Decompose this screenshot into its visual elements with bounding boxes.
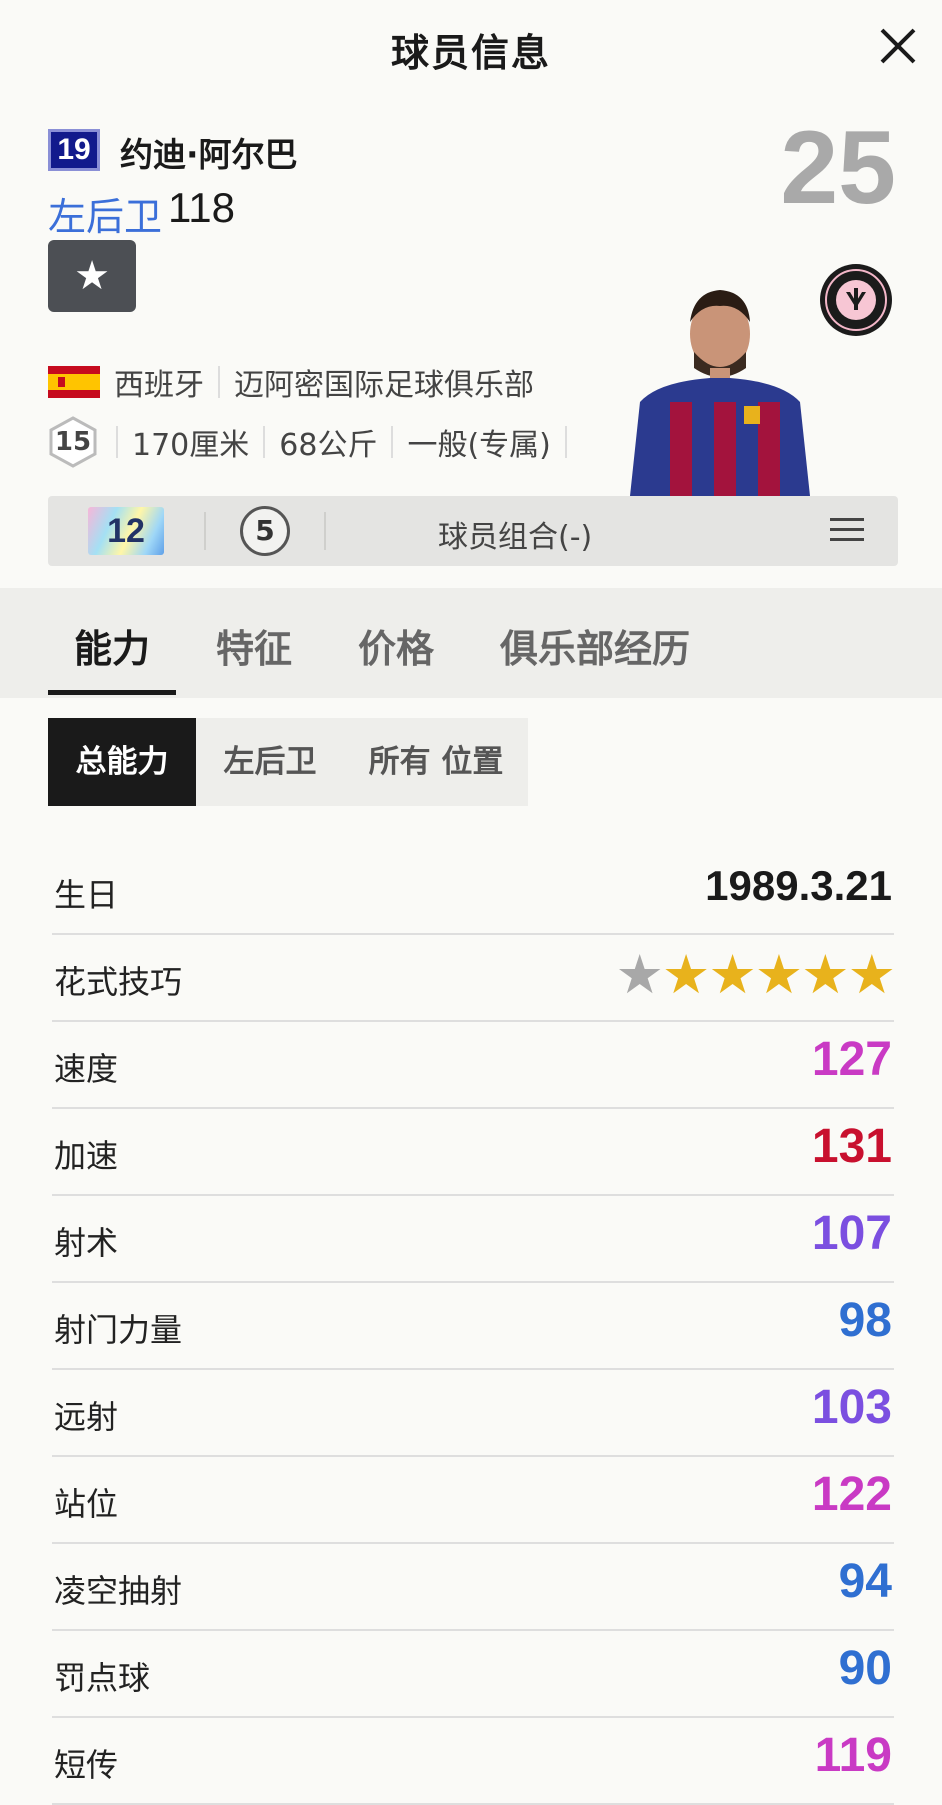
header: 球员信息 [0,0,942,96]
spain-flag-icon [48,366,100,398]
player-name: 约迪·阿尔巴 [120,135,298,174]
tab-traits[interactable]: 特征 [216,618,292,673]
stat-label: 凌空抽射 [54,1572,183,1610]
stat-label: 罚点球 [54,1659,151,1697]
stat-value: 119 [814,1729,892,1782]
player-physical-row: 15 170厘米 68公斤 一般(专属) [48,416,581,468]
skill-level-value: 15 [54,427,92,457]
active-tab-indicator [48,690,176,695]
subtab-overall[interactable]: 总能力 [48,718,196,806]
stat-row: 射术 107 [52,1196,894,1283]
player-combo-bar: 12 5 球员组合(-) [48,496,898,566]
overall-rating: 25 [780,110,896,226]
stat-row: 生日 1989.3.21 [52,848,894,935]
body-type: 一般(专属) [407,428,551,463]
height: 170厘米 [132,428,250,463]
stat-row: 加速 131 [52,1109,894,1196]
stat-row: 速度 127 [52,1022,894,1109]
stat-row: 凌空抽射 94 [52,1544,894,1631]
favorite-button[interactable]: ★ [48,240,136,312]
ability-subtabs: 总能力 左后卫 所有 位置 [48,718,528,806]
stat-row: 罚点球 90 [52,1631,894,1718]
stat-row: 站位 122 [52,1457,894,1544]
weight: 68公斤 [279,428,378,463]
skill-stars: ★★★★★★ [615,943,896,1006]
stat-value: 98 [838,1294,892,1347]
player-photo [630,290,810,496]
stat-row: 花式技巧 ★★★★★★ [52,935,896,1022]
divider [204,512,206,550]
skill-level-badge: 15 [48,416,98,468]
stat-value: 90 [838,1642,892,1695]
star-icon: ★ [661,943,710,1006]
star-icon: ★ [74,253,110,299]
subtab-position[interactable]: 左后卫 [196,718,344,806]
menu-icon[interactable] [830,516,864,544]
stat-row: 短传 119 [52,1718,894,1805]
player-origin-row: 西班牙 迈阿密国际足球俱乐部 [48,360,534,404]
main-tabs: 能力 特征 价格 俱乐部经历 [0,588,942,698]
stat-label: 短传 [54,1746,119,1784]
club-name: 迈阿密国际足球俱乐部 [234,368,534,403]
page-title: 球员信息 [390,31,551,75]
stat-label: 加速 [54,1137,119,1175]
level-badge[interactable]: 5 [240,506,290,556]
club-logo [820,264,892,336]
star-icon: ★ [801,943,849,1006]
stat-label: 远射 [54,1398,119,1436]
star-icon: ★ [615,943,663,1006]
star-icon: ★ [847,943,896,1006]
subtab-all-positions[interactable]: 所有 位置 [344,718,528,806]
stat-row: 远射 103 [52,1370,894,1457]
tab-price[interactable]: 价格 [358,618,434,673]
star-icon: ★ [708,943,756,1006]
stat-value: 107 [811,1207,892,1260]
stats-list: 生日 1989.3.21 花式技巧 ★★★★★★ 速度 127 加速 131 射术 107 射门力量… [52,848,896,1805]
divider [116,426,118,458]
divider [564,426,567,458]
enhancement-grade-badge[interactable]: 12 [88,507,164,555]
stat-label: 射门力量 [54,1311,183,1349]
stat-value: 127 [811,1033,892,1086]
season-badge: 19 [48,129,100,171]
tab-club-history[interactable]: 俱乐部经历 [500,618,690,673]
divider [218,366,220,398]
stat-label: 站位 [54,1485,119,1523]
stat-value: 131 [811,1120,892,1173]
star-icon: ★ [754,943,803,1006]
stat-label: 花式技巧 [54,963,183,1001]
stat-label: 射术 [54,1224,119,1262]
stat-value: 103 [811,1381,892,1434]
nationality: 西班牙 [114,368,204,403]
stat-value: 94 [838,1555,892,1608]
stat-value: 1989.3.21 [705,862,892,909]
divider [324,512,326,550]
stat-label: 生日 [54,876,119,914]
stat-row: 射门力量 98 [52,1283,894,1370]
divider [391,426,394,458]
close-icon[interactable] [876,24,920,68]
tab-ability[interactable]: 能力 [74,618,150,673]
position-label: 左后卫 [48,195,163,239]
player-combo-button[interactable]: 球员组合(-) [438,512,592,556]
stat-value: 122 [811,1468,892,1521]
divider [263,426,266,458]
stat-label: 速度 [54,1050,119,1088]
position-rating: 118 [168,184,235,231]
